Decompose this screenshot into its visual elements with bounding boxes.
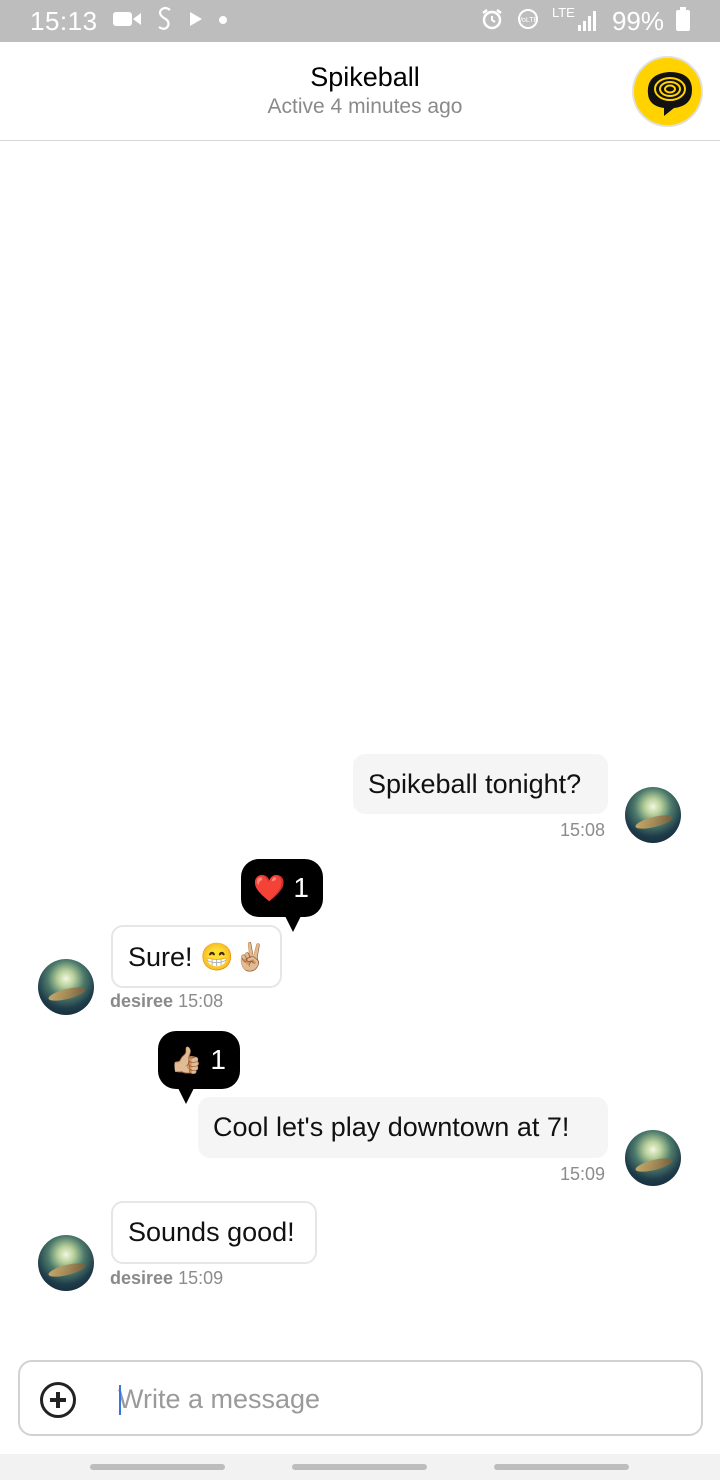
heart-icon: ❤️: [253, 872, 286, 903]
nav-recent-button[interactable]: [90, 1464, 225, 1470]
message-time: 15:09: [560, 1164, 606, 1184]
lte-signal-icon: LTE: [552, 5, 600, 35]
text-caret: [119, 1385, 121, 1415]
reaction-count: 1: [210, 1044, 226, 1075]
message-list[interactable]: Spikeball tonight? 15:08 ❤️ 1 Sure! 😁✌🏼 …: [0, 141, 720, 1351]
message-bubble-incoming[interactable]: Sounds good!: [111, 1201, 317, 1264]
avatar[interactable]: [38, 959, 94, 1015]
message-input[interactable]: [118, 1376, 678, 1422]
play-icon: [188, 10, 204, 33]
chat-title: Spikeball: [310, 62, 420, 92]
volte-icon: VoLTE: [516, 7, 540, 36]
battery-icon: [676, 6, 690, 36]
nav-home-button[interactable]: [292, 1464, 427, 1470]
message-author: desiree: [110, 991, 174, 1011]
reaction-count: 1: [293, 872, 309, 903]
message-time: 15:09: [178, 1268, 224, 1288]
reaction-badge[interactable]: ❤️ 1: [241, 859, 323, 932]
message-text: Sure! 😁✌🏼: [128, 941, 268, 972]
avatar[interactable]: [38, 1235, 94, 1291]
avatar[interactable]: [625, 787, 681, 843]
chat-header: Spikeball Active 4 minutes ago: [0, 42, 720, 141]
chat-subtitle: Active 4 minutes ago: [267, 95, 463, 118]
dot-icon: [218, 12, 228, 30]
avatar[interactable]: [625, 1130, 681, 1186]
battery-percent: 99%: [611, 5, 664, 36]
video-camera-icon: [112, 9, 142, 34]
message-text: Spikeball tonight?: [368, 768, 582, 799]
s-app-icon: [156, 6, 174, 37]
message-text: Sounds good!: [128, 1217, 295, 1247]
message-meta: desiree 15:09: [110, 1268, 223, 1289]
nav-back-button[interactable]: [494, 1464, 629, 1470]
message-time: 15:08: [560, 820, 606, 840]
reaction-badge[interactable]: 👍🏼 1: [158, 1031, 240, 1104]
message-bubble-incoming[interactable]: Sure! 😁✌🏼: [111, 925, 282, 988]
message-composer: [18, 1360, 703, 1436]
message-text: Cool let's play downtown at 7!: [213, 1112, 570, 1142]
message-bubble-outgoing[interactable]: Spikeball tonight?: [353, 754, 608, 814]
message-author: desiree: [110, 1268, 174, 1288]
volte-label: VoLTE: [518, 17, 539, 24]
alarm-icon: [480, 7, 504, 36]
group-avatar[interactable]: [632, 56, 703, 127]
status-time: 15:13: [30, 5, 98, 36]
add-attachment-plus-icon[interactable]: [40, 1382, 76, 1418]
thumbs-up-icon: 👍🏼: [170, 1044, 203, 1075]
message-time: 15:08: [178, 991, 224, 1011]
message-meta: desiree 15:08: [110, 991, 223, 1012]
message-bubble-outgoing[interactable]: Cool let's play downtown at 7!: [198, 1097, 608, 1158]
status-bar: 15:13 VoLTE LTE 99%: [0, 0, 720, 42]
system-nav-bar: [0, 1454, 720, 1480]
